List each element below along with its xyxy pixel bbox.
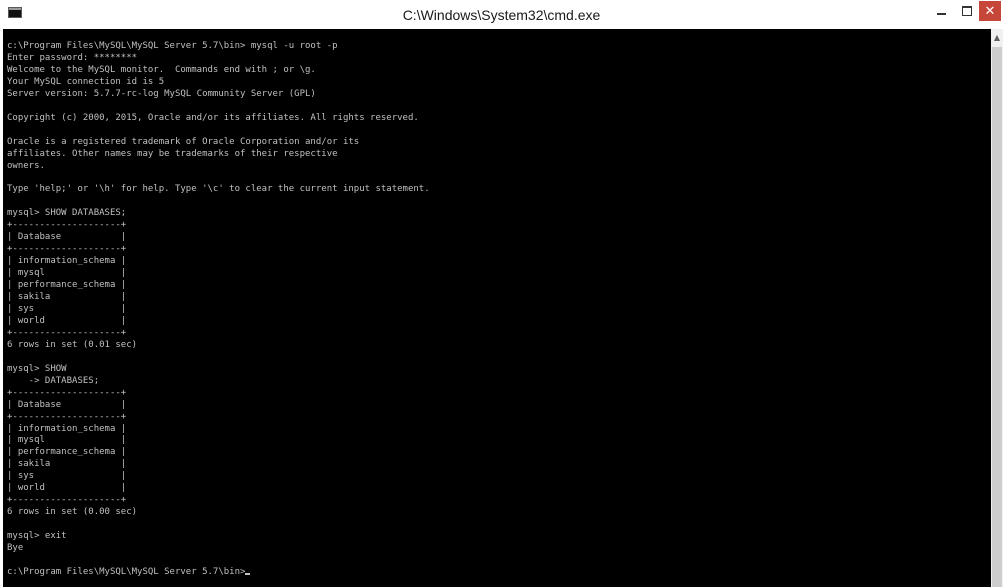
console-line: Copyright (c) 2000, 2015, Oracle and/or … xyxy=(7,112,419,123)
console-line: +--------------------+ xyxy=(7,411,127,422)
console-line: +--------------------+ xyxy=(7,495,127,506)
console-line: Type 'help;' or '\h' for help. Type '\c'… xyxy=(7,184,430,195)
console-line: 6 rows in set (0.00 sec) xyxy=(7,507,138,518)
console-line: -> DATABASES; xyxy=(28,375,100,386)
console-line: 6 rows in set (0.01 sec) xyxy=(7,339,138,350)
console-output[interactable]: c:\Program Files\MySQL\MySQL Server 5.7\… xyxy=(3,29,991,587)
console-line: mysql> exit xyxy=(7,531,67,542)
minimize-icon xyxy=(936,13,946,15)
console-line: Server version: 5.7.7-rc-log MySQL Commu… xyxy=(7,88,316,99)
console-line: Oracle is a registered trademark of Orac… xyxy=(7,136,360,147)
console-line: owners. xyxy=(7,160,45,171)
console-line: Welcome to the MySQL monitor. Commands e… xyxy=(7,64,316,75)
console-line: | world | xyxy=(7,315,127,326)
console-history: c:\Program Files\MySQL\MySQL Server 5.7\… xyxy=(7,41,430,553)
console-text: c:\Program Files\MySQL\MySQL Server 5.7\… xyxy=(3,29,991,579)
console-line: | information_schema | xyxy=(7,256,127,267)
console-line: | performance_schema | xyxy=(7,280,127,291)
maximize-button[interactable] xyxy=(954,1,979,21)
console-line: Bye xyxy=(7,543,24,554)
console-line: | mysql | xyxy=(7,268,127,279)
cmd-window: C:\Windows\System32\cmd.exe ✕ c:\Program… xyxy=(0,0,1003,587)
vertical-scrollbar[interactable]: ▲ xyxy=(991,29,1003,587)
title-bar[interactable]: C:\Windows\System32\cmd.exe ✕ xyxy=(0,0,1003,29)
console-line: mysql> SHOW xyxy=(7,363,67,374)
console-line: | Database | xyxy=(7,399,127,410)
console-line: | sakila | xyxy=(7,292,127,303)
console-line: | performance_schema | xyxy=(7,447,127,458)
console-line: | sys | xyxy=(7,303,127,314)
console-line: | sys | xyxy=(7,471,127,482)
console-line: | world | xyxy=(7,483,127,494)
window-title: C:\Windows\System32\cmd.exe xyxy=(402,7,601,23)
command-prompt: c:\Program Files\MySQL\MySQL Server 5.7\… xyxy=(7,566,246,577)
console-line: mysql> SHOW DATABASES; xyxy=(7,208,127,219)
console-line: | sakila | xyxy=(7,459,127,470)
maximize-icon xyxy=(961,6,972,16)
text-cursor xyxy=(245,572,251,575)
console-line: | Database | xyxy=(7,232,127,243)
console-line: | mysql | xyxy=(7,435,127,446)
scrollbar-thumb[interactable] xyxy=(992,47,1002,587)
scroll-up-arrow-icon[interactable]: ▲ xyxy=(991,29,1003,45)
console-line: Enter password: ******** xyxy=(7,52,138,63)
console-line: +--------------------+ xyxy=(7,220,127,231)
console-line: +--------------------+ xyxy=(7,387,127,398)
console-line: Your MySQL connection id is 5 xyxy=(7,76,165,87)
close-button[interactable]: ✕ xyxy=(979,1,1001,21)
console-line: +--------------------+ xyxy=(7,327,127,338)
console-line: affiliates. Other names may be trademark… xyxy=(7,148,338,159)
close-icon: ✕ xyxy=(984,3,996,19)
console-line: +--------------------+ xyxy=(7,244,127,255)
console-line: c:\Program Files\MySQL\MySQL Server 5.7\… xyxy=(7,41,338,51)
console-line: | information_schema | xyxy=(7,423,127,434)
minimize-button[interactable] xyxy=(928,1,954,21)
